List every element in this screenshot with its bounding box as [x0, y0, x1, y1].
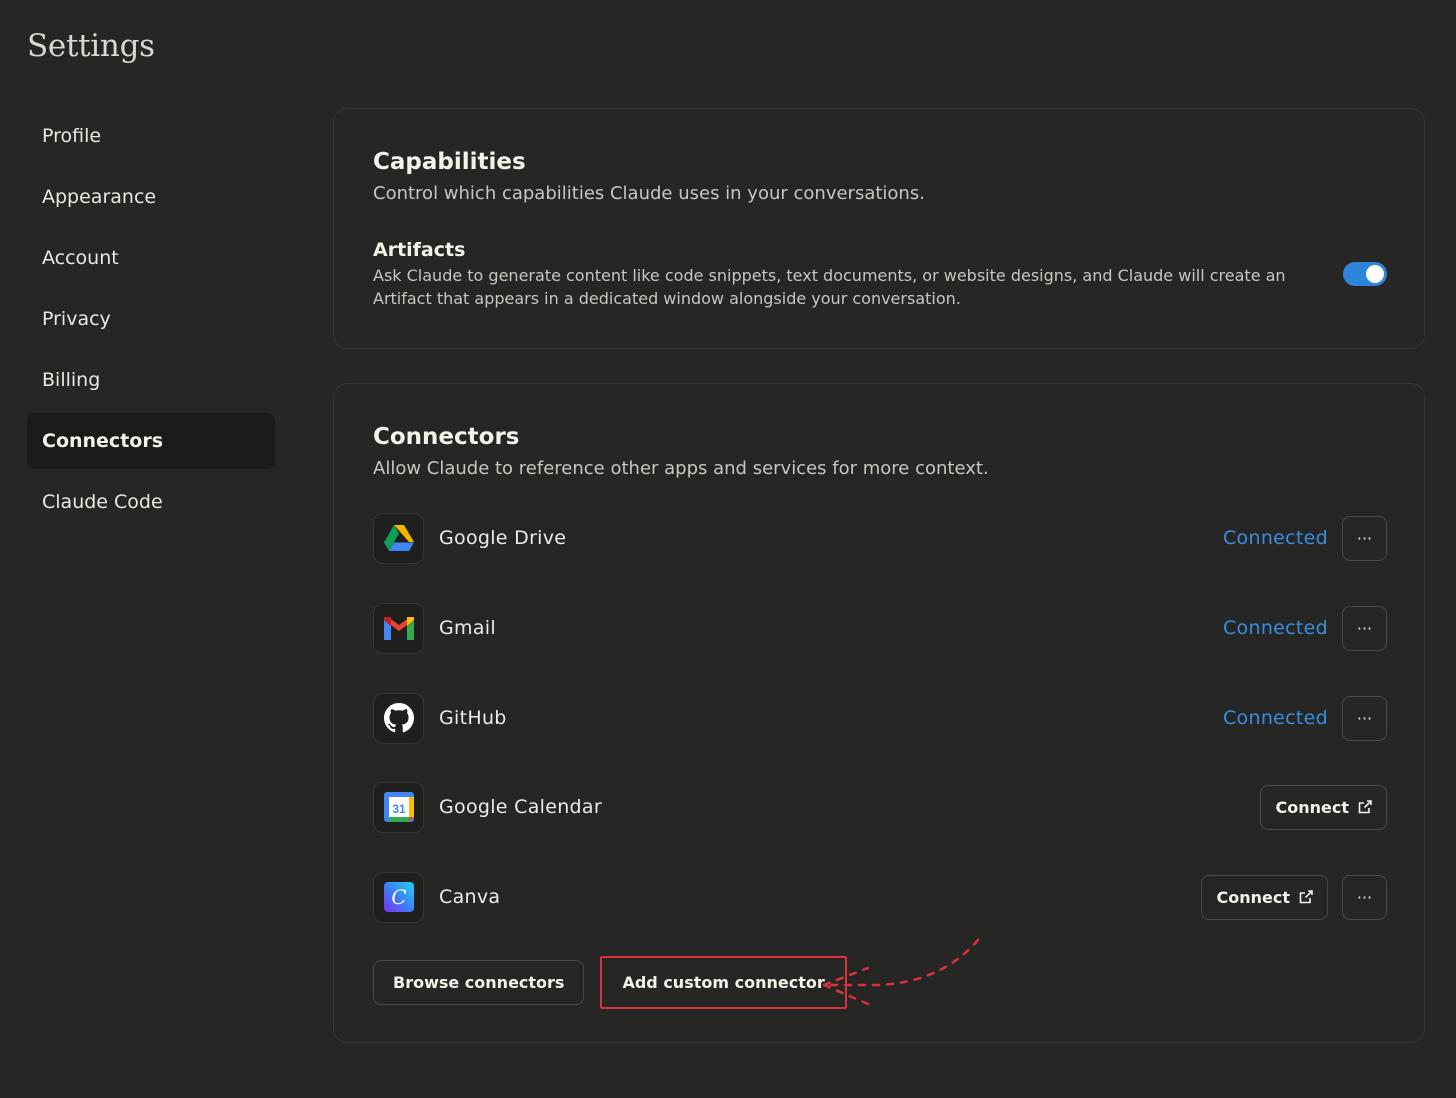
connected-status-link[interactable]: Connected [1223, 617, 1328, 639]
external-link-icon [1358, 800, 1372, 814]
google-calendar-icon: 31 [373, 781, 424, 833]
connector-name: Gmail [439, 617, 496, 639]
capabilities-card: Capabilities Control which capabilities … [333, 108, 1425, 349]
artifacts-title: Artifacts [373, 239, 466, 261]
connect-label: Connect [1216, 887, 1291, 907]
canva-logo-letter: C [391, 885, 406, 909]
capabilities-title: Capabilities [373, 149, 526, 175]
connectors-title: Connectors [373, 424, 520, 450]
connectors-subtitle: Allow Claude to reference other apps and… [373, 458, 989, 479]
more-options-button[interactable]: ··· [1342, 515, 1387, 561]
sidebar-item-appearance[interactable]: Appearance [27, 169, 275, 225]
github-icon [373, 692, 424, 744]
connector-row-google-calendar: 31 Google Calendar Connect [373, 781, 1387, 833]
sidebar-item-billing[interactable]: Billing [27, 352, 275, 408]
connector-row-canva: C Canva Connect ··· [373, 871, 1387, 923]
toggle-knob [1366, 265, 1384, 283]
connected-status-link[interactable]: Connected [1223, 707, 1328, 729]
external-link-icon [1299, 890, 1313, 904]
connected-status-link[interactable]: Connected [1223, 527, 1328, 549]
connect-label: Connect [1275, 797, 1350, 817]
connector-name: Google Calendar [439, 796, 602, 818]
browse-connectors-button[interactable]: Browse connectors [373, 960, 585, 1005]
connector-name: Canva [439, 886, 501, 908]
add-custom-connector-wrapper: Add custom connector [600, 956, 847, 1009]
connector-row-gmail: Gmail Connected ··· [373, 602, 1387, 654]
sidebar-item-connectors[interactable]: Connectors [27, 413, 275, 469]
sidebar-item-privacy[interactable]: Privacy [27, 291, 275, 347]
settings-sidebar: Profile Appearance Account Privacy Billi… [27, 108, 275, 535]
artifacts-description: Ask Claude to generate content like code… [373, 266, 1286, 308]
page-title: Settings [27, 28, 155, 64]
more-options-button[interactable]: ··· [1342, 874, 1387, 920]
more-options-button[interactable]: ··· [1342, 695, 1387, 741]
sidebar-item-claude-code[interactable]: Claude Code [27, 474, 275, 530]
dashed-arrow-annotation [822, 938, 980, 1006]
connector-name: GitHub [439, 707, 507, 729]
add-custom-connector-button[interactable]: Add custom connector [602, 960, 844, 1005]
connector-row-google-drive: Google Drive Connected ··· [373, 512, 1387, 564]
calendar-day-number: 31 [392, 802, 406, 816]
canva-icon: C [373, 871, 424, 923]
capabilities-subtitle: Control which capabilities Claude uses i… [373, 183, 925, 204]
connector-name: Google Drive [439, 527, 567, 549]
artifacts-toggle[interactable] [1343, 262, 1387, 286]
sidebar-item-account[interactable]: Account [27, 230, 275, 286]
connect-button[interactable]: Connect [1200, 874, 1328, 920]
more-options-button[interactable]: ··· [1342, 605, 1387, 651]
google-drive-icon [373, 512, 424, 564]
connector-actions: Browse connectors Add custom connector [373, 956, 847, 1009]
connector-row-github: GitHub Connected ··· [373, 692, 1387, 744]
connect-button[interactable]: Connect [1259, 784, 1387, 830]
gmail-icon [373, 602, 424, 654]
sidebar-item-profile[interactable]: Profile [27, 108, 275, 164]
